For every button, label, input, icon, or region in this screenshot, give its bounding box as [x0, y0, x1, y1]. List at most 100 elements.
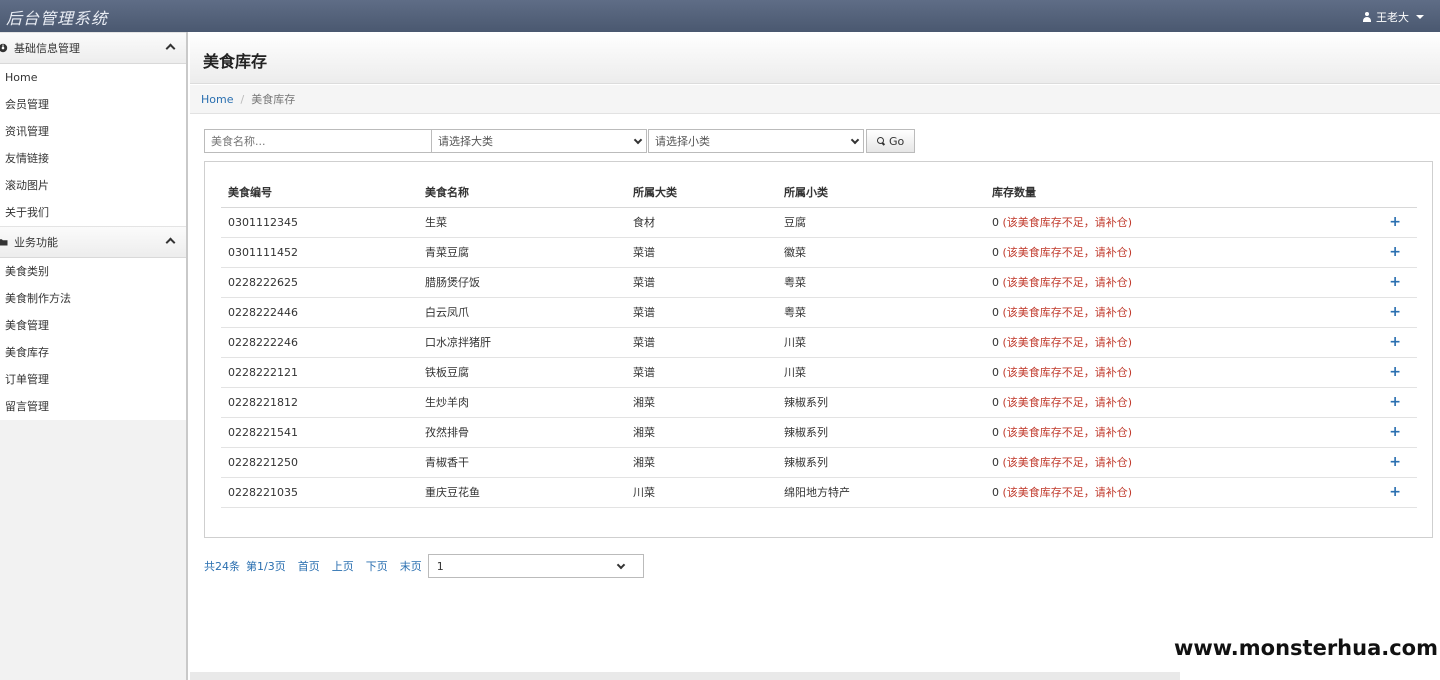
- pager-first-link[interactable]: 首页: [298, 558, 320, 574]
- add-stock-icon[interactable]: +: [1357, 447, 1417, 478]
- stock-count: 0: [992, 336, 999, 349]
- user-name: 王老大: [1376, 11, 1409, 24]
- user-icon: [1362, 12, 1372, 22]
- sidebar-item-home[interactable]: Home: [0, 64, 186, 91]
- sidebar-item-orders[interactable]: 订单管理: [0, 366, 186, 393]
- user-menu[interactable]: 王老大: [1362, 9, 1424, 25]
- stock-count: 0: [992, 396, 999, 409]
- main-content: 美食库存 Home / 美食库存 请选择大类 请选择小类 Go 美食编号 美食名称 …: [190, 32, 1440, 680]
- inventory-table: 美食编号 美食名称 所属大类 所属小类 库存数量 0301112345 生菜 食材豆…: [221, 177, 1417, 508]
- pager-page-info: 第1/3页: [246, 560, 286, 573]
- cell-subcategory: 辣椒系列: [777, 417, 985, 448]
- cell-stock: 0 (该美食库存不足，请补仓): [985, 417, 1357, 448]
- cell-name: 重庆豆花鱼: [418, 477, 626, 508]
- pager-next-link[interactable]: 下页: [366, 558, 388, 574]
- cell-id: 0228221812: [221, 387, 418, 418]
- cell-name: 铁板豆腐: [418, 357, 626, 388]
- food-name-input[interactable]: [204, 129, 432, 153]
- low-stock-warning: (该美食库存不足，请补仓): [1002, 336, 1133, 349]
- breadcrumb-current: 美食库存: [251, 93, 296, 106]
- cell-stock: 0 (该美食库存不足，请补仓): [985, 207, 1357, 238]
- cell-category: 湘菜: [626, 387, 777, 418]
- column-header-subcategory: 所属小类: [777, 177, 985, 208]
- cell-id: 0301111452: [221, 237, 418, 268]
- add-stock-icon[interactable]: +: [1357, 417, 1417, 448]
- subcategory-select[interactable]: 请选择小类: [648, 129, 864, 153]
- cell-subcategory: 粤菜: [777, 267, 985, 298]
- pager-last-link[interactable]: 末页: [400, 558, 422, 574]
- cell-category: 菜谱: [626, 237, 777, 268]
- page-select[interactable]: 1: [427, 554, 644, 578]
- cell-stock: 0 (该美食库存不足，请补仓): [985, 267, 1357, 298]
- table-row: 0228222246 口水凉拌猪肝 菜谱 川菜 0 (该美食库存不足，请补仓) +: [221, 327, 1417, 358]
- caret-down-icon: [1416, 15, 1424, 19]
- category-select[interactable]: 请选择大类: [431, 129, 647, 153]
- cell-category: 湘菜: [626, 447, 777, 478]
- low-stock-warning: (该美食库存不足，请补仓): [1002, 396, 1133, 409]
- add-stock-icon[interactable]: +: [1357, 207, 1417, 238]
- cell-stock: 0 (该美食库存不足，请补仓): [985, 387, 1357, 418]
- add-stock-icon[interactable]: +: [1357, 267, 1417, 298]
- sidebar-item-recipes[interactable]: 美食制作方法: [0, 285, 186, 312]
- stock-count: 0: [992, 276, 999, 289]
- cell-stock: 0 (该美食库存不足，请补仓): [985, 447, 1357, 478]
- breadcrumb-home-link[interactable]: Home: [201, 93, 233, 106]
- sidebar-item-banners[interactable]: 滚动图片: [0, 172, 186, 199]
- pager-prev-link[interactable]: 上页: [332, 558, 354, 574]
- stock-count: 0: [992, 366, 999, 379]
- cell-id: 0228221035: [221, 477, 418, 508]
- cell-category: 川菜: [626, 477, 777, 508]
- chevron-down-icon: [850, 135, 860, 145]
- sidebar-item-links[interactable]: 友情链接: [0, 145, 186, 172]
- add-stock-icon[interactable]: +: [1357, 477, 1417, 508]
- stock-count: 0: [992, 216, 999, 229]
- sidebar-item-about[interactable]: 关于我们: [0, 199, 186, 226]
- pagination: 共24条 第1/3页 首页 上页 下页 末页 1: [204, 554, 644, 578]
- cell-subcategory: 粤菜: [777, 297, 985, 328]
- inventory-panel: 美食编号 美食名称 所属大类 所属小类 库存数量 0301112345 生菜 食材豆…: [204, 161, 1433, 538]
- app-title: 后台管理系统: [6, 9, 109, 28]
- sidebar-item-news[interactable]: 资讯管理: [0, 118, 186, 145]
- low-stock-warning: (该美食库存不足，请补仓): [1002, 456, 1133, 469]
- cell-name: 孜然排骨: [418, 417, 626, 448]
- cell-id: 0228222625: [221, 267, 418, 298]
- cell-id: 0228221541: [221, 417, 418, 448]
- table-row: 0228222625 腊肠煲仔饭 菜谱 粤菜 0 (该美食库存不足，请补仓) +: [221, 267, 1417, 298]
- sidebar-group-business[interactable]: 业务功能: [0, 226, 186, 258]
- search-icon: [877, 137, 885, 145]
- column-header-name: 美食名称: [418, 177, 626, 208]
- add-stock-icon[interactable]: +: [1357, 297, 1417, 328]
- sidebar-item-food-management[interactable]: 美食管理: [0, 312, 186, 339]
- table-row: 0228221541 孜然排骨 湘菜 辣椒系列 0 (该美食库存不足，请补仓) +: [221, 417, 1417, 448]
- cell-id: 0228221250: [221, 447, 418, 478]
- go-button[interactable]: Go: [866, 129, 916, 153]
- low-stock-warning: (该美食库存不足，请补仓): [1002, 306, 1133, 319]
- low-stock-warning: (该美食库存不足，请补仓): [1002, 426, 1133, 439]
- low-stock-warning: (该美食库存不足，请补仓): [1002, 216, 1133, 229]
- cell-name: 青椒香干: [418, 447, 626, 478]
- chevron-up-icon[interactable]: [165, 237, 176, 248]
- cell-subcategory: 川菜: [777, 327, 985, 358]
- cell-subcategory: 豆腐: [777, 207, 985, 238]
- chevron-up-icon[interactable]: [165, 43, 176, 54]
- sidebar-group-title: 基础信息管理: [14, 42, 80, 55]
- add-stock-icon[interactable]: +: [1357, 327, 1417, 358]
- sidebar-item-messages[interactable]: 留言管理: [0, 393, 186, 420]
- chevron-down-icon: [616, 560, 625, 570]
- sidebar-item-food-categories[interactable]: 美食类别: [0, 258, 186, 285]
- sidebar-group-title: 业务功能: [14, 236, 58, 249]
- cell-category: 菜谱: [626, 267, 777, 298]
- add-stock-icon[interactable]: +: [1357, 237, 1417, 268]
- stock-count: 0: [992, 486, 999, 499]
- dashboard-icon: [0, 43, 8, 53]
- stock-count: 0: [992, 246, 999, 259]
- sidebar: 基础信息管理 Home 会员管理 资讯管理 友情链接 滚动图片 关于我们 业务功…: [0, 32, 188, 680]
- sidebar-item-food-inventory[interactable]: 美食库存: [0, 339, 186, 366]
- sidebar-item-members[interactable]: 会员管理: [0, 91, 186, 118]
- add-stock-icon[interactable]: +: [1357, 357, 1417, 388]
- cell-subcategory: 辣椒系列: [777, 387, 985, 418]
- add-stock-icon[interactable]: +: [1357, 387, 1417, 418]
- table-row: 0228221035 重庆豆花鱼 川菜 绵阳地方特产 0 (该美食库存不足，请补仓) +: [221, 477, 1417, 508]
- stock-count: 0: [992, 456, 999, 469]
- sidebar-group-basic-info[interactable]: 基础信息管理: [0, 32, 186, 64]
